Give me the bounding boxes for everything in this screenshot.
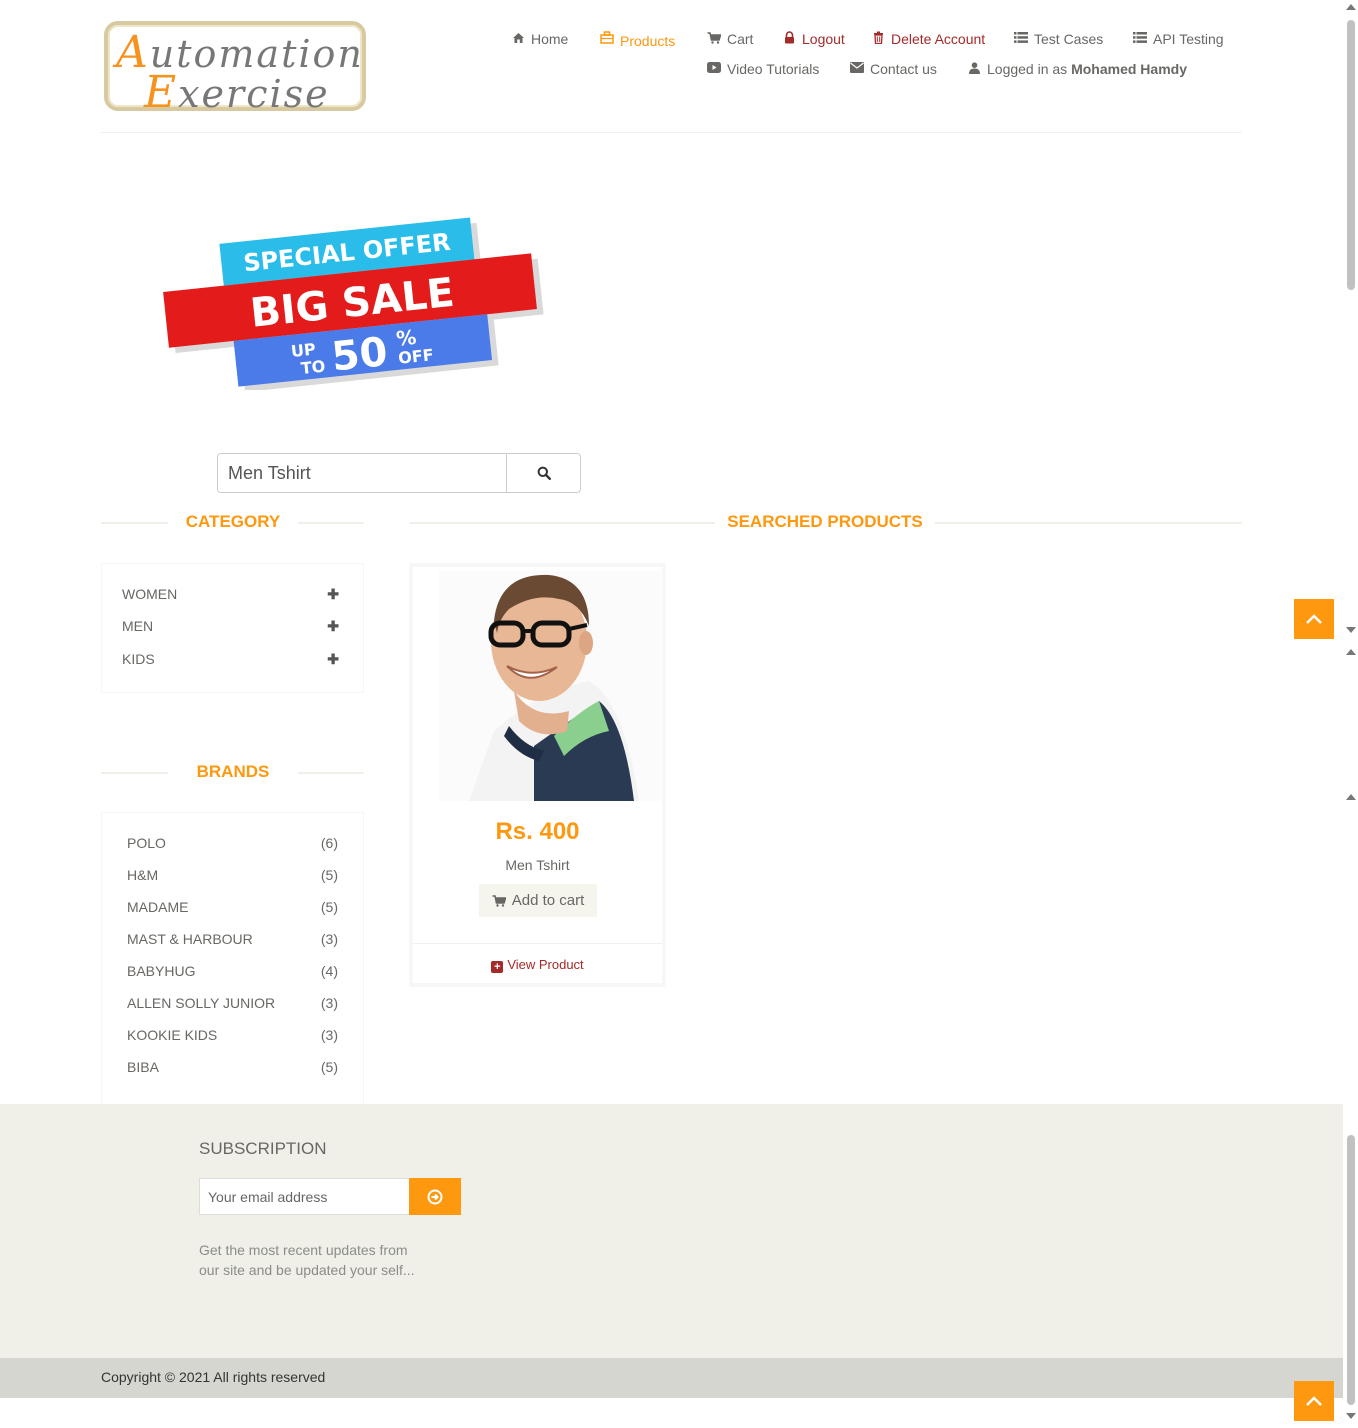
nav-video-tutorials[interactable]: Video Tutorials [707,61,819,77]
home-icon [511,32,525,47]
brand-item[interactable]: ALLEN SOLLY JUNIOR (3) [127,995,338,1011]
category-panel: WOMEN ✚ MEN ✚ KIDS ✚ [101,563,364,693]
banner-off: OFF [397,345,434,368]
brands-title: BRANDS [196,762,270,781]
plus-icon[interactable]: ✚ [327,586,339,603]
title-line [298,522,364,524]
cart-icon [492,894,506,907]
scroll-down-arrow[interactable] [1346,1413,1356,1419]
scroll-down-arrow[interactable] [1346,627,1356,633]
scroll-up-button[interactable] [1294,599,1334,639]
logged-in-username: Mohamed Hamdy [1071,61,1187,77]
plus-square-icon: + [491,961,504,973]
cart-icon [707,31,722,47]
title-line [298,772,364,774]
nav-products[interactable]: Products [600,31,675,49]
subscription-email-field[interactable]: Your email address [199,1178,410,1215]
logo-letter: E [144,67,179,118]
youtube-play-icon [707,62,721,76]
scroll-up-button[interactable] [1294,1381,1334,1421]
scroll-up-arrow[interactable] [1346,649,1356,655]
subscription-text: Get the most recent updates from our sit… [199,1242,415,1278]
header-divider [101,132,1242,133]
title-line [409,522,715,524]
brand-item[interactable]: BABYHUG (4) [127,963,338,979]
plus-icon[interactable]: ✚ [327,618,339,635]
scrollbar-thumb[interactable] [1347,1135,1355,1405]
logged-in-label: Logged in as [987,61,1068,77]
site-logo[interactable]: Automation Exercise [104,21,366,118]
category-item-women[interactable]: WOMEN ✚ [122,586,339,603]
nav-logout[interactable]: Logout [782,31,845,47]
nav-delete-account[interactable]: Delete Account [871,31,985,47]
brand-item[interactable]: H&M (5) [127,867,338,883]
product-image [439,571,661,801]
searched-products-title: SEARCHED PRODUCTS [727,512,923,531]
brand-item[interactable]: MAST & HARBOUR (3) [127,931,338,947]
view-product-link[interactable]: + View Product [413,957,662,973]
nav-api-testing[interactable]: API Testing [1133,31,1224,47]
category-title: CATEGORY [185,512,281,531]
page-scrollbar[interactable] [1343,0,1358,1428]
brand-item[interactable]: KOOKIE KIDS (3) [127,1027,338,1043]
brand-item[interactable]: BIBA (5) [127,1059,338,1075]
nav-test-cases[interactable]: Test Cases [1014,31,1103,47]
product-search [217,453,581,493]
banner-percent-value: 50 [330,329,390,381]
list-icon [1014,32,1028,46]
scroll-up-arrow[interactable] [1346,794,1356,800]
site-header: Automation Exercise Home Products Cart L… [0,0,1343,133]
title-line [101,522,168,524]
lock-icon [782,31,796,47]
products-icon [600,31,614,47]
category-item-men[interactable]: MEN ✚ [122,618,339,635]
scroll-up-arrow[interactable] [1346,4,1356,10]
category-item-kids[interactable]: KIDS ✚ [122,651,339,668]
nav-home[interactable]: Home [511,31,568,47]
user-icon [967,61,981,77]
scrollbar-thumb[interactable] [1347,20,1355,290]
card-divider [413,943,662,944]
subscribe-button[interactable] [409,1178,461,1215]
product-price: Rs. 400 [495,818,580,845]
nav-contact-us[interactable]: Contact us [850,61,937,77]
search-button[interactable] [506,454,580,492]
nav-logged-in: Logged in as Mohamed Hamdy [967,61,1187,77]
brand-item[interactable]: POLO (6) [127,835,338,851]
search-input[interactable] [218,454,506,492]
chevron-up-icon [1306,1396,1322,1406]
footer: SUBSCRIPTION Your email address Get the … [0,1104,1343,1358]
product-card: Rs. 400 Men Tshirt Add to cart + View Pro… [409,563,666,987]
add-to-cart-button[interactable]: Add to cart [479,884,597,917]
title-line [935,522,1242,524]
nav-cart[interactable]: Cart [707,31,753,47]
brand-item[interactable]: MADAME (5) [127,899,338,915]
copyright-text: Copyright © 2021 All rights reserved [101,1369,326,1385]
plus-icon[interactable]: ✚ [327,651,339,668]
envelope-icon [850,62,864,76]
logo-text: xercise [178,72,330,116]
list-icon [1133,32,1147,46]
sale-banner: SPECIAL OFFER BIG SALE UP TO 50 % OFF [163,217,544,390]
copyright-bar: Copyright © 2021 All rights reserved [0,1358,1343,1398]
title-line [101,772,168,774]
product-name: Men Tshirt [505,857,570,873]
search-icon [537,466,551,480]
brands-panel: POLO (6) H&M (5) MADAME (5) MAST & HARBOUR(… [101,812,364,1104]
trash-icon [871,31,885,47]
chevron-up-icon [1306,614,1322,624]
arrow-circle-right-icon [427,1189,443,1204]
subscription-title: SUBSCRIPTION [199,1139,327,1158]
banner-to: TO [300,357,326,378]
